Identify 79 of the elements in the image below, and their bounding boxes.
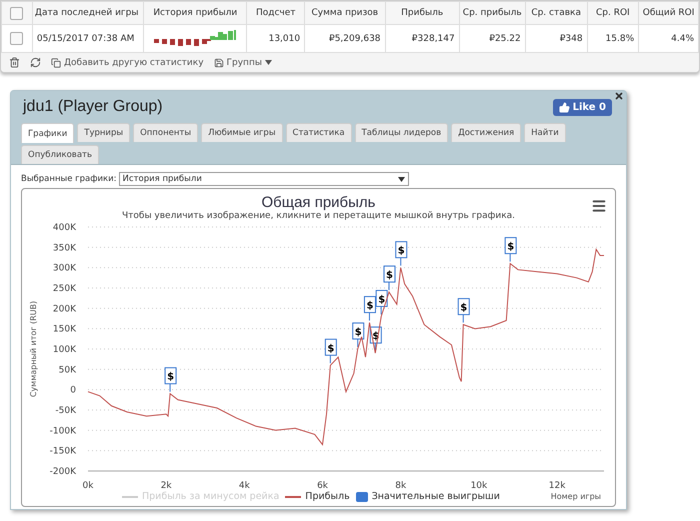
caret-icon[interactable]: [398, 176, 405, 182]
tab[interactable]: Найти: [524, 123, 566, 142]
axis-label: 50K: [58, 365, 76, 376]
annotation: $: [386, 270, 393, 282]
table-cell: 13,010: [246, 24, 305, 52]
annotation: $: [378, 294, 385, 306]
tab[interactable]: Графики: [21, 123, 74, 143]
table-cell: ₽348: [525, 24, 588, 52]
legend-item[interactable]: Прибыль: [285, 491, 350, 502]
table-cell: ₽328,147: [385, 24, 460, 52]
column-header[interactable]: Общий ROI: [638, 2, 698, 24]
axis-title: Суммарный итог (RUB): [28, 300, 38, 398]
chart-select-label: Выбранные графики:: [21, 174, 117, 184]
annotation: $: [166, 372, 174, 383]
menu-icon[interactable]: [591, 198, 607, 214]
tab[interactable]: Достижения: [451, 123, 522, 142]
axis-label: -100K: [49, 426, 76, 436]
axis-label: 0: [70, 386, 76, 396]
axis-label: 12k: [548, 481, 565, 491]
table-cell: 05/15/2017 07:38 AM: [32, 24, 144, 52]
axis-title: Номер игры: [550, 492, 601, 501]
axis-label: 250K: [52, 284, 76, 294]
add-stat-link[interactable]: Добавить другую статистику: [64, 58, 204, 68]
tab[interactable]: Любимые игры: [201, 123, 283, 142]
trash-icon[interactable]: [9, 57, 20, 68]
annotation: $: [506, 242, 514, 253]
axis-label: 100K: [52, 345, 76, 355]
copy-icon[interactable]: [51, 58, 61, 68]
annotation: $: [354, 327, 362, 338]
axis-label: 10k: [470, 481, 487, 491]
tab[interactable]: Оппоненты: [133, 123, 198, 142]
column-header[interactable]: Ср. прибыль: [459, 2, 526, 24]
annotation: $: [460, 302, 467, 314]
close-icon[interactable]: [614, 91, 624, 101]
axis-label: 0k: [82, 481, 93, 491]
axis-label: 2k: [160, 481, 172, 491]
groups-menu[interactable]: Группы: [226, 58, 262, 68]
tab[interactable]: Статистика: [286, 123, 352, 142]
table-cell: ₽5,209,638: [304, 24, 386, 52]
chart-title: Общая прибыль: [261, 194, 376, 211]
legend-item[interactable]: Значительные выигрыши: [356, 491, 500, 502]
axis-label: 6k: [316, 481, 328, 491]
row-checkbox[interactable]: [10, 32, 24, 45]
tab[interactable]: Опубликовать: [21, 145, 99, 164]
table-cell: ₽25.22: [459, 24, 526, 52]
tab[interactable]: Таблицы лидеров: [354, 123, 448, 142]
axis-label: -50K: [54, 406, 76, 416]
column-header[interactable]: Ср. ROI: [587, 2, 639, 24]
axis-label: 8k: [394, 481, 406, 491]
column-header[interactable]: Дата последней игры: [32, 2, 144, 24]
table-cell: 15.8%: [587, 24, 639, 52]
column-header[interactable]: Прибыль: [385, 2, 460, 24]
chart-subtitle: Чтобы увеличить изображение, кликните и перетащите мышкой внутрь графика.: [122, 211, 516, 221]
axis-label: -200K: [49, 467, 76, 477]
column-header[interactable]: Подсчет: [246, 2, 305, 24]
table-cell: 4.4%: [638, 24, 698, 52]
panel-title: jdu1 (Player Group): [22, 97, 164, 117]
like-button[interactable]: Like 0: [552, 99, 612, 116]
thumbs-up-icon: [558, 102, 570, 113]
caret-icon[interactable]: [264, 60, 272, 65]
annotation: $: [326, 343, 334, 354]
axis-label: 150K: [52, 324, 76, 335]
axis-label: 200K: [52, 304, 76, 314]
annotation: $: [366, 300, 373, 312]
annotation: $: [397, 246, 404, 257]
column-header[interactable]: Ср. ставка: [525, 2, 588, 24]
select-all-checkbox[interactable]: [10, 6, 24, 20]
axis-label: 300K: [52, 264, 76, 274]
axis-label: 400K: [52, 223, 76, 233]
column-header[interactable]: Сумма призов: [304, 2, 386, 24]
tab[interactable]: Турниры: [77, 123, 130, 142]
column-header[interactable]: История прибыли: [144, 2, 247, 24]
legend-line-icon: [285, 496, 302, 498]
axis-label: -150K: [49, 446, 76, 457]
save-icon[interactable]: [214, 58, 224, 68]
axis-label: 4k: [238, 481, 250, 491]
axis-label: 350K: [52, 243, 76, 254]
refresh-icon[interactable]: [30, 57, 41, 68]
chart-select[interactable]: История прибыли: [118, 172, 409, 186]
